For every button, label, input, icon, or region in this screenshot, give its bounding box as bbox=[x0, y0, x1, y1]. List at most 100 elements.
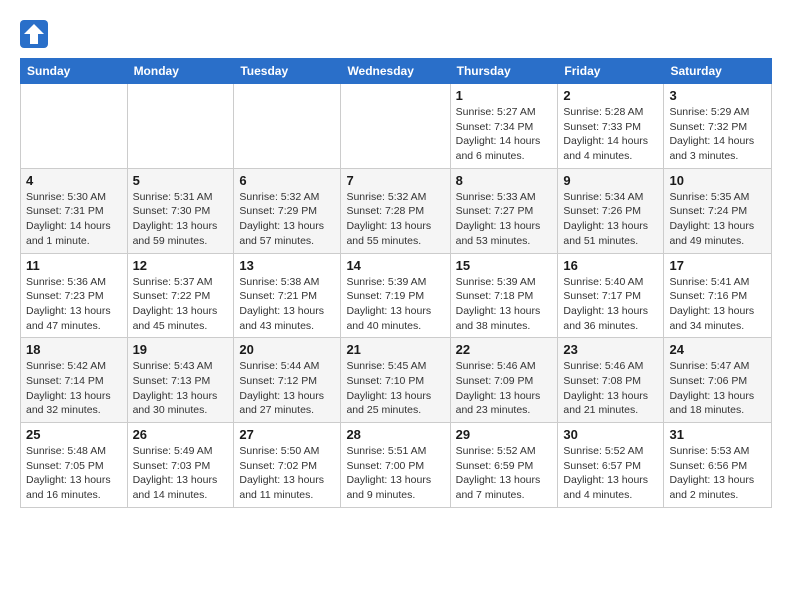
day-number: 30 bbox=[563, 427, 658, 442]
day-number: 31 bbox=[669, 427, 766, 442]
day-detail: Sunrise: 5:47 AM Sunset: 7:06 PM Dayligh… bbox=[669, 359, 766, 418]
day-number: 10 bbox=[669, 173, 766, 188]
day-number: 9 bbox=[563, 173, 658, 188]
column-header-saturday: Saturday bbox=[664, 59, 772, 84]
day-number: 27 bbox=[239, 427, 335, 442]
day-number: 3 bbox=[669, 88, 766, 103]
calendar-cell: 4 Sunrise: 5:30 AM Sunset: 7:31 PM Daylig… bbox=[21, 168, 128, 253]
day-detail: Sunrise: 5:49 AM Sunset: 7:03 PM Dayligh… bbox=[133, 444, 229, 503]
day-number: 13 bbox=[239, 258, 335, 273]
calendar-cell: 3 Sunrise: 5:29 AM Sunset: 7:32 PM Daylig… bbox=[664, 84, 772, 169]
calendar-cell: 2 Sunrise: 5:28 AM Sunset: 7:33 PM Daylig… bbox=[558, 84, 664, 169]
day-detail: Sunrise: 5:36 AM Sunset: 7:23 PM Dayligh… bbox=[26, 275, 122, 334]
calendar-header-row: SundayMondayTuesdayWednesdayThursdayFrid… bbox=[21, 59, 772, 84]
day-number: 7 bbox=[346, 173, 444, 188]
day-detail: Sunrise: 5:35 AM Sunset: 7:24 PM Dayligh… bbox=[669, 190, 766, 249]
day-number: 8 bbox=[456, 173, 553, 188]
day-number: 1 bbox=[456, 88, 553, 103]
calendar-cell bbox=[341, 84, 450, 169]
day-detail: Sunrise: 5:37 AM Sunset: 7:22 PM Dayligh… bbox=[133, 275, 229, 334]
day-number: 4 bbox=[26, 173, 122, 188]
day-number: 20 bbox=[239, 342, 335, 357]
day-detail: Sunrise: 5:39 AM Sunset: 7:19 PM Dayligh… bbox=[346, 275, 444, 334]
day-detail: Sunrise: 5:31 AM Sunset: 7:30 PM Dayligh… bbox=[133, 190, 229, 249]
calendar-cell bbox=[21, 84, 128, 169]
calendar-cell: 8 Sunrise: 5:33 AM Sunset: 7:27 PM Daylig… bbox=[450, 168, 558, 253]
day-detail: Sunrise: 5:46 AM Sunset: 7:09 PM Dayligh… bbox=[456, 359, 553, 418]
logo-icon bbox=[20, 20, 48, 48]
calendar-cell: 31 Sunrise: 5:53 AM Sunset: 6:56 PM Dayli… bbox=[664, 423, 772, 508]
day-detail: Sunrise: 5:52 AM Sunset: 6:57 PM Dayligh… bbox=[563, 444, 658, 503]
day-number: 11 bbox=[26, 258, 122, 273]
day-number: 18 bbox=[26, 342, 122, 357]
calendar-cell: 5 Sunrise: 5:31 AM Sunset: 7:30 PM Daylig… bbox=[127, 168, 234, 253]
day-detail: Sunrise: 5:27 AM Sunset: 7:34 PM Dayligh… bbox=[456, 105, 553, 164]
day-detail: Sunrise: 5:40 AM Sunset: 7:17 PM Dayligh… bbox=[563, 275, 658, 334]
column-header-tuesday: Tuesday bbox=[234, 59, 341, 84]
day-detail: Sunrise: 5:33 AM Sunset: 7:27 PM Dayligh… bbox=[456, 190, 553, 249]
day-number: 15 bbox=[456, 258, 553, 273]
calendar-cell: 19 Sunrise: 5:43 AM Sunset: 7:13 PM Dayli… bbox=[127, 338, 234, 423]
day-number: 21 bbox=[346, 342, 444, 357]
day-number: 5 bbox=[133, 173, 229, 188]
calendar-cell: 9Sunrise: 5:34 AM Sunset: 7:26 PM Daylig… bbox=[558, 168, 664, 253]
day-detail: Sunrise: 5:32 AM Sunset: 7:28 PM Dayligh… bbox=[346, 190, 444, 249]
calendar-table: SundayMondayTuesdayWednesdayThursdayFrid… bbox=[20, 58, 772, 508]
calendar-cell: 21 Sunrise: 5:45 AM Sunset: 7:10 PM Dayli… bbox=[341, 338, 450, 423]
day-detail: Sunrise: 5:30 AM Sunset: 7:31 PM Dayligh… bbox=[26, 190, 122, 249]
day-detail: Sunrise: 5:48 AM Sunset: 7:05 PM Dayligh… bbox=[26, 444, 122, 503]
day-detail: Sunrise: 5:52 AM Sunset: 6:59 PM Dayligh… bbox=[456, 444, 553, 503]
calendar-week-row: 11 Sunrise: 5:36 AM Sunset: 7:23 PM Dayli… bbox=[21, 253, 772, 338]
day-detail: Sunrise: 5:51 AM Sunset: 7:00 PM Dayligh… bbox=[346, 444, 444, 503]
calendar-cell: 18 Sunrise: 5:42 AM Sunset: 7:14 PM Dayli… bbox=[21, 338, 128, 423]
calendar-cell: 25 Sunrise: 5:48 AM Sunset: 7:05 PM Dayli… bbox=[21, 423, 128, 508]
calendar-cell: 16Sunrise: 5:40 AM Sunset: 7:17 PM Dayli… bbox=[558, 253, 664, 338]
day-number: 17 bbox=[669, 258, 766, 273]
day-number: 2 bbox=[563, 88, 658, 103]
day-number: 22 bbox=[456, 342, 553, 357]
calendar-cell: 6 Sunrise: 5:32 AM Sunset: 7:29 PM Daylig… bbox=[234, 168, 341, 253]
column-header-monday: Monday bbox=[127, 59, 234, 84]
day-detail: Sunrise: 5:45 AM Sunset: 7:10 PM Dayligh… bbox=[346, 359, 444, 418]
column-header-wednesday: Wednesday bbox=[341, 59, 450, 84]
calendar-cell bbox=[234, 84, 341, 169]
calendar-cell: 10 Sunrise: 5:35 AM Sunset: 7:24 PM Dayli… bbox=[664, 168, 772, 253]
day-detail: Sunrise: 5:53 AM Sunset: 6:56 PM Dayligh… bbox=[669, 444, 766, 503]
calendar-cell: 15Sunrise: 5:39 AM Sunset: 7:18 PM Dayli… bbox=[450, 253, 558, 338]
page-header bbox=[20, 20, 772, 48]
calendar-cell: 28 Sunrise: 5:51 AM Sunset: 7:00 PM Dayli… bbox=[341, 423, 450, 508]
column-header-friday: Friday bbox=[558, 59, 664, 84]
day-detail: Sunrise: 5:32 AM Sunset: 7:29 PM Dayligh… bbox=[239, 190, 335, 249]
calendar-cell: 30 Sunrise: 5:52 AM Sunset: 6:57 PM Dayli… bbox=[558, 423, 664, 508]
calendar-cell: 24Sunrise: 5:47 AM Sunset: 7:06 PM Dayli… bbox=[664, 338, 772, 423]
day-number: 23 bbox=[563, 342, 658, 357]
day-number: 25 bbox=[26, 427, 122, 442]
calendar-cell: 27 Sunrise: 5:50 AM Sunset: 7:02 PM Dayli… bbox=[234, 423, 341, 508]
calendar-cell: 1 Sunrise: 5:27 AM Sunset: 7:34 PM Daylig… bbox=[450, 84, 558, 169]
day-number: 29 bbox=[456, 427, 553, 442]
day-number: 19 bbox=[133, 342, 229, 357]
calendar-cell: 12Sunrise: 5:37 AM Sunset: 7:22 PM Dayli… bbox=[127, 253, 234, 338]
day-detail: Sunrise: 5:29 AM Sunset: 7:32 PM Dayligh… bbox=[669, 105, 766, 164]
calendar-week-row: 25 Sunrise: 5:48 AM Sunset: 7:05 PM Dayli… bbox=[21, 423, 772, 508]
calendar-cell: 17 Sunrise: 5:41 AM Sunset: 7:16 PM Dayli… bbox=[664, 253, 772, 338]
day-detail: Sunrise: 5:43 AM Sunset: 7:13 PM Dayligh… bbox=[133, 359, 229, 418]
column-header-sunday: Sunday bbox=[21, 59, 128, 84]
calendar-cell: 20Sunrise: 5:44 AM Sunset: 7:12 PM Dayli… bbox=[234, 338, 341, 423]
day-detail: Sunrise: 5:41 AM Sunset: 7:16 PM Dayligh… bbox=[669, 275, 766, 334]
day-number: 26 bbox=[133, 427, 229, 442]
day-number: 28 bbox=[346, 427, 444, 442]
day-detail: Sunrise: 5:42 AM Sunset: 7:14 PM Dayligh… bbox=[26, 359, 122, 418]
day-number: 6 bbox=[239, 173, 335, 188]
calendar-cell: 29 Sunrise: 5:52 AM Sunset: 6:59 PM Dayli… bbox=[450, 423, 558, 508]
calendar-cell: 22 Sunrise: 5:46 AM Sunset: 7:09 PM Dayli… bbox=[450, 338, 558, 423]
calendar-cell: 14 Sunrise: 5:39 AM Sunset: 7:19 PM Dayli… bbox=[341, 253, 450, 338]
day-number: 14 bbox=[346, 258, 444, 273]
day-detail: Sunrise: 5:46 AM Sunset: 7:08 PM Dayligh… bbox=[563, 359, 658, 418]
calendar-cell: 23 Sunrise: 5:46 AM Sunset: 7:08 PM Dayli… bbox=[558, 338, 664, 423]
calendar-week-row: 1 Sunrise: 5:27 AM Sunset: 7:34 PM Daylig… bbox=[21, 84, 772, 169]
calendar-cell: 7 Sunrise: 5:32 AM Sunset: 7:28 PM Daylig… bbox=[341, 168, 450, 253]
calendar-cell: 26 Sunrise: 5:49 AM Sunset: 7:03 PM Dayli… bbox=[127, 423, 234, 508]
day-detail: Sunrise: 5:28 AM Sunset: 7:33 PM Dayligh… bbox=[563, 105, 658, 164]
day-detail: Sunrise: 5:50 AM Sunset: 7:02 PM Dayligh… bbox=[239, 444, 335, 503]
